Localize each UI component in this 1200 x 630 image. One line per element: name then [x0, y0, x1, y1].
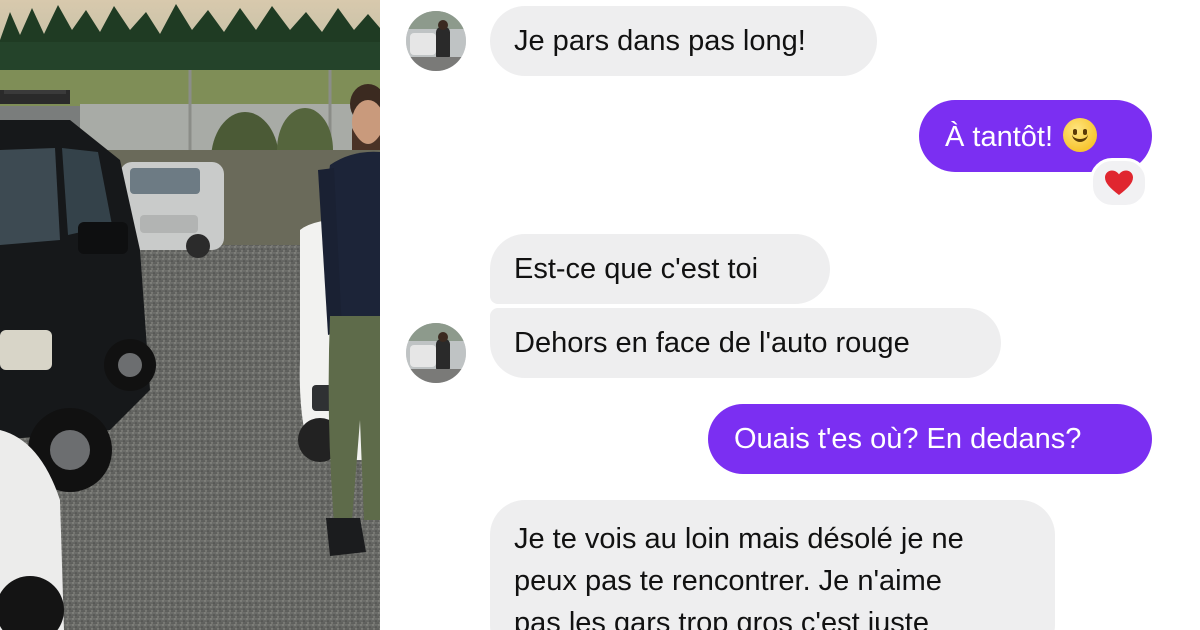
message-text: Est-ce que c'est toi [514, 253, 759, 285]
message-bubble-incoming[interactable]: Je pars dans pas long! [490, 6, 877, 76]
message-text: À tantôt! [945, 121, 1054, 153]
message-bubble-incoming[interactable]: Je te vois au loin mais désolé je ne peu… [490, 500, 1055, 630]
message-text: Je pars dans pas long! [514, 25, 806, 57]
message-bubble-outgoing[interactable]: Ouais t'es où? En dedans? [708, 404, 1152, 474]
avatar[interactable] [406, 323, 466, 383]
message-line: Je te vois au loin mais désolé je ne [514, 523, 964, 555]
message-line: peux pas te rencontrer. Je n'aime [514, 565, 942, 597]
message-text: Ouais t'es où? En dedans? [734, 423, 1082, 455]
slightly-smiling-face-icon [1063, 118, 1098, 152]
profile-photo-avatar [406, 323, 466, 383]
heart-icon [1105, 170, 1133, 195]
parking-lot-photo [0, 0, 380, 630]
reaction-badge[interactable] [1090, 158, 1148, 208]
message-bubble-incoming[interactable]: Dehors en face de l'auto rouge [490, 308, 1001, 378]
chat-conversation[interactable]: Je pars dans pas long! À tantôt! Est-ce … [380, 0, 1200, 630]
profile-photo-avatar [406, 11, 466, 71]
message-text: Dehors en face de l'auto rouge [514, 327, 910, 359]
message-line: pas les gars trop gros c'est juste [514, 607, 929, 630]
message-bubble-incoming[interactable]: Est-ce que c'est toi [490, 234, 830, 304]
avatar[interactable] [406, 11, 466, 71]
